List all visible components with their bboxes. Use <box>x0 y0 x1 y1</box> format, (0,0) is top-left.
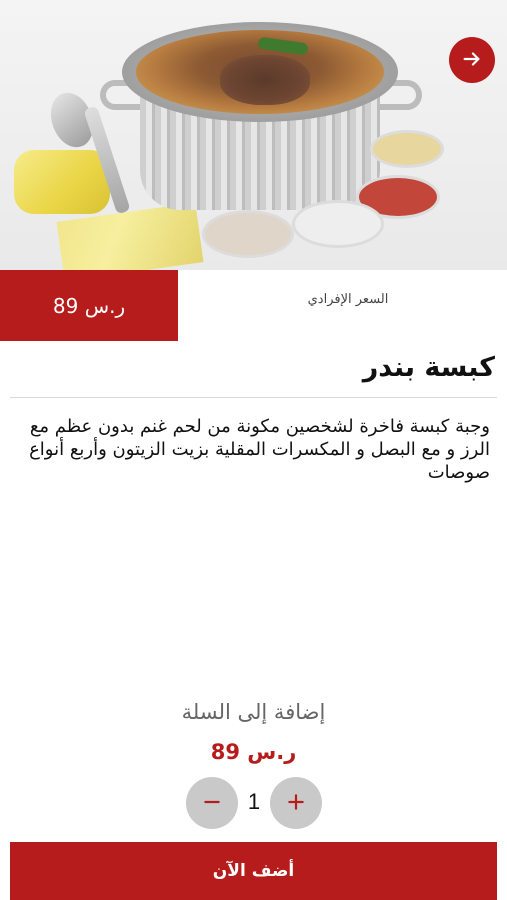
pot-meat <box>220 55 310 105</box>
product-description: وجبة كبسة فاخرة لشخصين مكونة من لحم غنم … <box>29 416 490 483</box>
increase-quantity-button[interactable] <box>270 777 322 829</box>
quantity-stepper: 1 <box>186 777 322 831</box>
product-title: كبسة بندر <box>362 352 495 383</box>
total-price: 89 ر.س <box>210 740 297 764</box>
price-label: السعر الإفرادي <box>307 292 389 307</box>
sauce-cup <box>370 130 444 168</box>
price-bar: 89 ر.س السعر الإفرادي <box>0 270 507 341</box>
add-to-cart-label: إضافة إلى السلة <box>181 700 326 724</box>
sauce-cup <box>202 210 294 258</box>
minus-icon <box>202 792 222 815</box>
plus-icon <box>286 792 306 815</box>
add-now-button[interactable]: أضف الآن <box>10 842 497 900</box>
price-value: 89 ر.س <box>0 270 178 341</box>
decrease-quantity-button[interactable] <box>186 777 238 829</box>
arrow-right-icon <box>461 48 483 73</box>
quantity-value: 1 <box>247 789 261 814</box>
butter-shape <box>14 150 110 214</box>
sauce-cup <box>292 200 384 248</box>
forward-button[interactable] <box>449 37 495 83</box>
product-image <box>0 0 507 270</box>
divider <box>10 397 497 398</box>
